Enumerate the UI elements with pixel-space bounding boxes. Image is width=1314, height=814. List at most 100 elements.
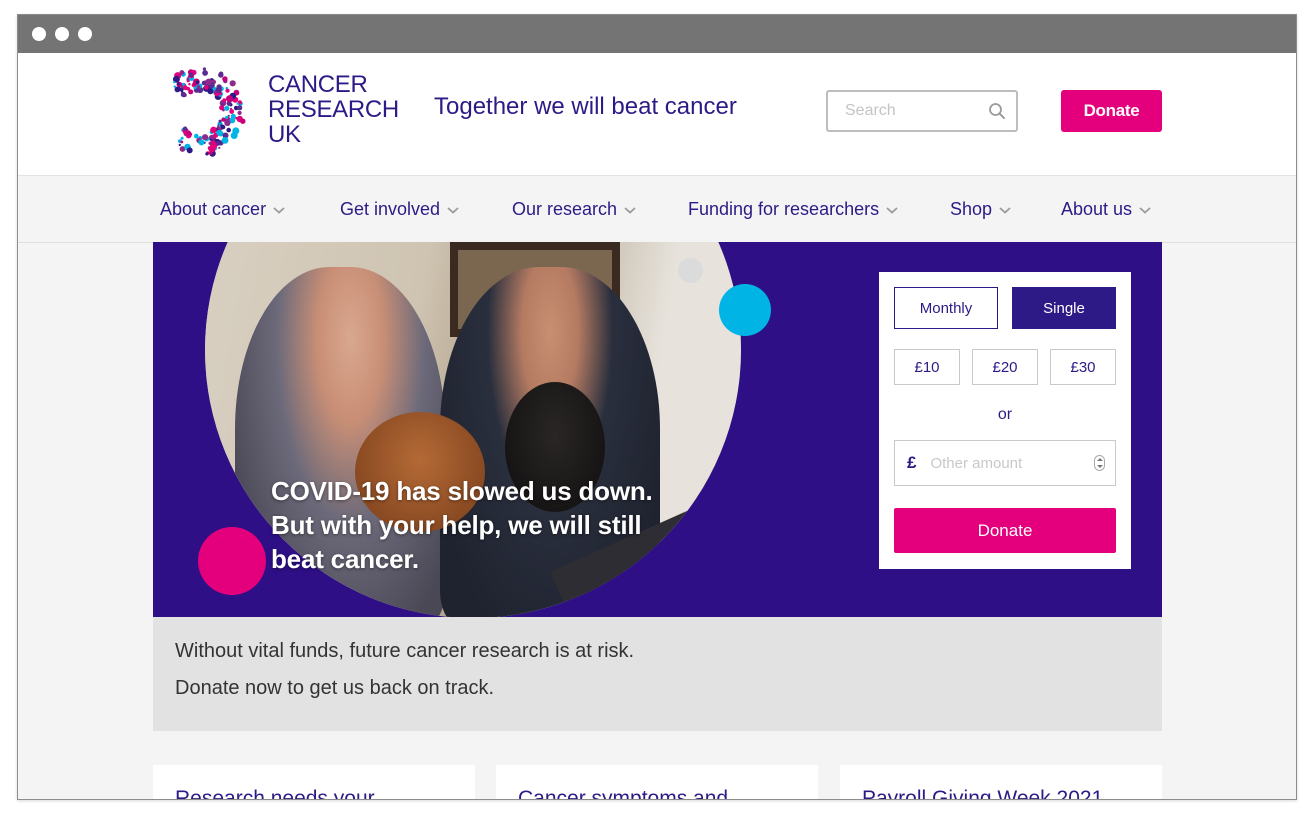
amount-30-button[interactable]: £30 [1050, 349, 1116, 385]
logo-dot [173, 81, 176, 84]
content-card[interactable]: Payroll Giving Week 2021 [840, 765, 1162, 799]
info-line-1: Without vital funds, future cancer resea… [175, 640, 635, 662]
logo-dot [194, 133, 199, 139]
content-card[interactable]: Cancer symptoms and [496, 765, 818, 799]
window-close-dot[interactable] [32, 27, 46, 41]
nav-item-get-involved[interactable]: Get involved [340, 199, 460, 220]
logo-dot [204, 85, 209, 90]
other-amount-input[interactable] [930, 454, 1094, 472]
browser-window: CANCER RESEARCH UK Together we will beat… [17, 14, 1297, 800]
nav-item-shop[interactable]: Shop [950, 199, 1012, 220]
logo-dot [182, 83, 185, 86]
nav-item-label: Funding for researchers [688, 199, 880, 219]
logo-line-uk: UK [268, 121, 301, 148]
card-title[interactable]: Cancer symptoms and [518, 787, 796, 799]
logo-dot [215, 86, 222, 94]
window-titlebar [18, 15, 1296, 53]
other-amount-field[interactable]: £ [894, 440, 1116, 486]
card-title[interactable]: Research needs your [175, 787, 453, 799]
site-tagline: Together we will beat cancer [434, 93, 737, 120]
logo-dot [237, 110, 242, 115]
logo-dot [202, 134, 209, 141]
decorative-grey-dot [678, 258, 703, 283]
header-donate-button[interactable]: Donate [1061, 90, 1162, 132]
logo-dot [237, 105, 243, 111]
logo-dot [193, 86, 197, 90]
logo-dot [177, 82, 180, 86]
or-label: or [997, 406, 1013, 423]
donation-widget: Monthly Single £10 £20 £30 or £ Donate [879, 272, 1131, 569]
window-minimize-dot[interactable] [55, 27, 69, 41]
logo-dot [176, 86, 182, 92]
decorative-blue-dot [719, 284, 771, 336]
monthly-button[interactable]: Monthly [894, 287, 998, 329]
logo-dot [205, 152, 209, 156]
window-maximize-dot[interactable] [78, 27, 92, 41]
logo-dot [224, 119, 231, 126]
chevron-down-icon [999, 206, 1011, 214]
logo-dot [225, 115, 229, 120]
chevron-down-icon [624, 206, 636, 214]
logo-dot [182, 126, 188, 131]
logo-dot [180, 136, 184, 140]
logo-dot [226, 95, 233, 103]
logo-dot [188, 83, 191, 86]
logo-dot [218, 146, 221, 149]
amount-20-button[interactable]: £20 [972, 349, 1038, 385]
logo-dot [180, 91, 187, 98]
amount-options: £10 £20 £30 [894, 349, 1116, 385]
card-title[interactable]: Payroll Giving Week 2021 [862, 787, 1140, 799]
logo-dot [210, 138, 213, 141]
search-input[interactable] [845, 102, 988, 120]
logo-dot [179, 70, 185, 75]
logo-dot [195, 80, 200, 84]
logo-dot [180, 140, 184, 144]
logo-dot [198, 139, 205, 146]
logo-dot [235, 117, 238, 120]
logo-dot [205, 78, 212, 86]
cruk-logo[interactable]: CANCER RESEARCH UK [152, 65, 402, 160]
logo-dot [218, 71, 224, 76]
nav-item-label: Get involved [340, 199, 441, 219]
logo-dot [225, 86, 228, 90]
nav-item-label: Shop [950, 199, 993, 219]
amount-10-button[interactable]: £10 [894, 349, 960, 385]
search-icon[interactable] [988, 102, 1006, 120]
logo-dot [216, 129, 223, 136]
nav-item-about-cancer[interactable]: About cancer [160, 199, 286, 220]
nav-item-about-us[interactable]: About us [1061, 199, 1152, 220]
logo-dot [178, 143, 181, 147]
logo-dot [196, 85, 201, 89]
info-panel: Without vital funds, future cancer resea… [153, 617, 1162, 731]
logo-dot [210, 126, 217, 134]
logo-dot [225, 88, 230, 93]
logo-dot [240, 118, 246, 124]
logo-line-cancer: CANCER [268, 71, 368, 98]
number-stepper-icon[interactable] [1094, 455, 1105, 471]
logo-dot [222, 98, 227, 103]
cruk-logo-mark-icon [172, 67, 246, 157]
logo-dot [186, 147, 193, 154]
logo-dot [232, 127, 240, 135]
content-card[interactable]: Research needs your [153, 765, 475, 799]
hero-headline: COVID-19 has slowed us down. But with yo… [271, 476, 653, 574]
main-nav: About cancer Get involved Our research F… [18, 177, 1296, 243]
logo-dot [208, 151, 213, 155]
nav-item-funding[interactable]: Funding for researchers [688, 199, 899, 220]
logo-dot [221, 137, 229, 144]
logo-wordmark: CANCER RESEARCH UK [268, 73, 399, 148]
logo-dot [202, 70, 208, 76]
decorative-pink-dot [198, 527, 266, 595]
search-box[interactable] [826, 90, 1018, 132]
nav-item-label: Our research [512, 199, 618, 219]
widget-donate-button[interactable]: Donate [894, 508, 1116, 553]
logo-dot [188, 89, 194, 95]
logo-dot [224, 105, 230, 111]
logo-dot [208, 141, 212, 145]
single-button[interactable]: Single [1012, 287, 1116, 329]
logo-dot [226, 127, 231, 133]
logo-dot [229, 80, 236, 87]
chevron-down-icon [273, 206, 285, 214]
logo-dot [188, 72, 194, 78]
nav-item-our-research[interactable]: Our research [512, 199, 637, 220]
